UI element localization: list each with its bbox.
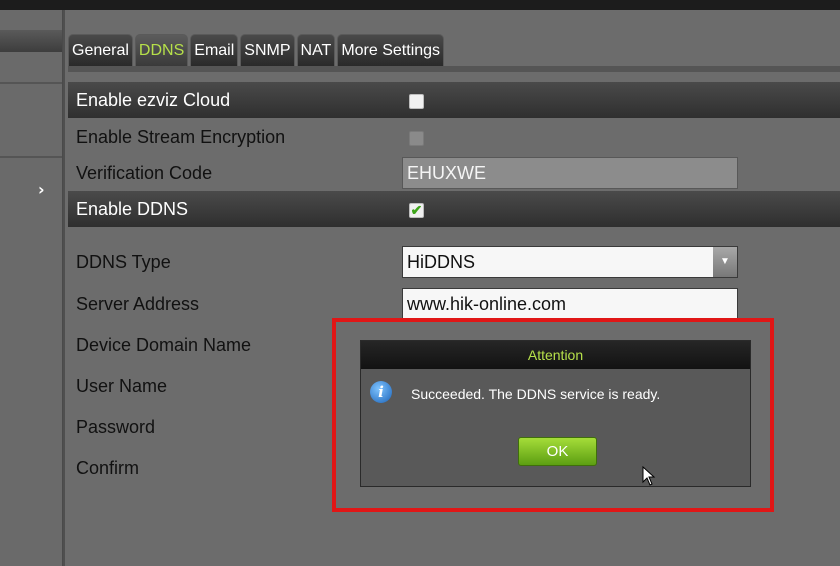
tab-email[interactable]: Email [190, 34, 239, 66]
ddns-type-row: DDNS Type HiDDNS ▼ [68, 244, 840, 280]
enable-ddns-row: Enable DDNS ✔ [68, 191, 840, 227]
chevron-down-icon[interactable]: ▼ [713, 247, 737, 277]
enable-ddns-checkbox[interactable]: ✔ [409, 203, 424, 218]
mouse-pointer-icon [642, 466, 656, 486]
server-address-label: Server Address [76, 294, 200, 314]
left-nav-divider [0, 156, 62, 158]
info-icon: i [370, 381, 392, 403]
dialog-title: Attention [361, 341, 750, 369]
password-label: Password [76, 417, 156, 437]
enable-ddns-label: Enable DDNS [76, 199, 189, 219]
left-nav-divider [0, 82, 62, 84]
ezviz-label: Enable ezviz Cloud [76, 90, 231, 110]
confirm-label: Confirm [76, 458, 140, 478]
tab-underline [68, 66, 840, 72]
tab-bar: General DDNS Email SNMP NAT More Setting… [68, 34, 445, 66]
tab-general[interactable]: General [68, 34, 133, 66]
tab-nat[interactable]: NAT [296, 34, 336, 66]
encryption-label: Enable Stream Encryption [76, 127, 286, 147]
ddns-type-value: HiDDNS [407, 252, 476, 272]
tab-ddns[interactable]: DDNS [134, 34, 189, 66]
tab-more-settings[interactable]: More Settings [337, 34, 445, 66]
ok-button[interactable]: OK [518, 437, 597, 466]
panel-edge [63, 10, 65, 566]
encryption-checkbox [409, 131, 424, 146]
left-nav-panel: › [0, 10, 63, 566]
username-label: User Name [76, 376, 168, 396]
ddns-type-label: DDNS Type [76, 252, 171, 272]
domain-label: Device Domain Name [76, 335, 252, 355]
verification-code-field: EHUXWE [402, 157, 738, 189]
dialog-message: Succeeded. The DDNS service is ready. [411, 386, 661, 402]
tab-snmp[interactable]: SNMP [240, 34, 295, 66]
ddns-type-select[interactable]: HiDDNS ▼ [402, 246, 738, 278]
ezviz-row: Enable ezviz Cloud [68, 82, 840, 118]
verification-row: Verification Code EHUXWE [68, 155, 840, 191]
server-address-row: Server Address www.hik-online.com [68, 286, 840, 322]
attention-dialog: Attention i Succeeded. The DDNS service … [360, 340, 751, 487]
expand-arrow-icon[interactable]: › [38, 180, 45, 199]
ezviz-checkbox[interactable] [409, 94, 424, 109]
top-bar [0, 0, 840, 10]
server-address-field[interactable]: www.hik-online.com [402, 288, 738, 320]
encryption-row: Enable Stream Encryption [68, 119, 840, 155]
verification-label: Verification Code [76, 163, 213, 183]
left-nav-header [0, 30, 62, 52]
